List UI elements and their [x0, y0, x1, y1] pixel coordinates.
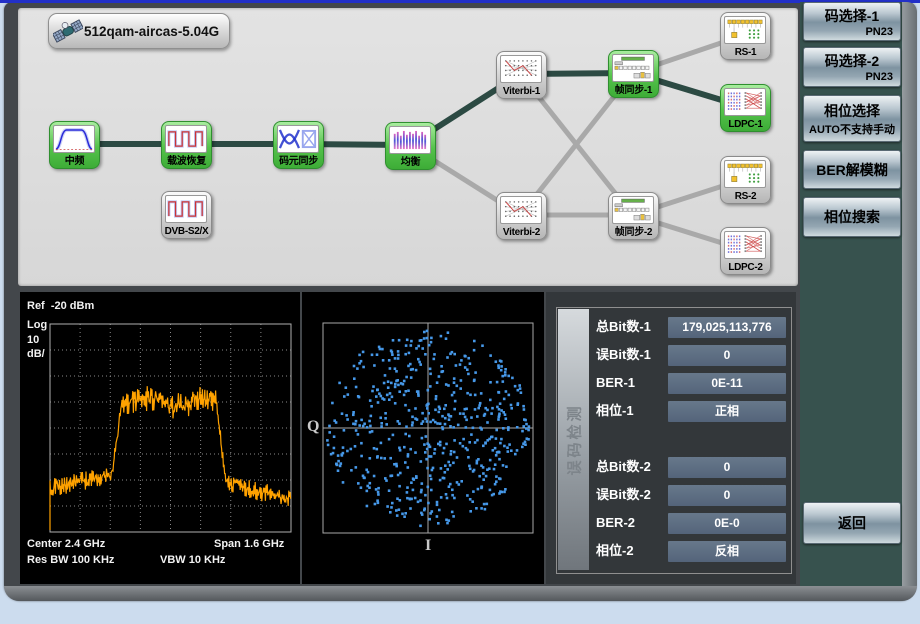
- flow-block-label: RS-2: [721, 191, 770, 202]
- spectrum-log-label: Log: [27, 319, 47, 331]
- ber-side-bar: 误码检测: [558, 309, 589, 570]
- flow-block-label: RS-1: [721, 47, 770, 58]
- sidebar-button-label: 相位选择: [804, 101, 900, 121]
- flow-block-eq[interactable]: 均衡: [385, 122, 436, 170]
- sidebar-button-5[interactable]: 相位搜索: [803, 197, 901, 237]
- flow-block-label: 中频: [50, 152, 99, 167]
- spectrum-panel: Ref -20 dBm Log 10 dB/ Center 2.4 GHz Sp…: [20, 292, 300, 584]
- q-axis-label: Q: [307, 418, 319, 436]
- ber-value-6: 0: [668, 485, 786, 506]
- flow-block-ldpc1[interactable]: LDPC-1: [720, 84, 771, 132]
- ber-panel: 误码检测 总Bit数-1 179,025,113,776 误Bit数-1 0 BER-1…: [546, 292, 796, 584]
- ber-row-label-6: 误Bit数-2: [596, 484, 651, 506]
- sidebar-button-sublabel: PN23: [804, 26, 900, 38]
- window-top-edge: [0, 0, 920, 3]
- flow-block-label: 码元同步: [274, 152, 323, 167]
- flow-block-dvbs2x[interactable]: DVB-S2/X: [161, 191, 212, 239]
- flow-block-ldpc2[interactable]: LDPC-2: [720, 227, 771, 275]
- sidebar-button-label: 码选择-1: [804, 6, 900, 26]
- ber-row-label-7: BER-2: [596, 512, 635, 534]
- i-axis-label: I: [425, 537, 431, 555]
- window-right-edge: [901, 2, 917, 601]
- satellite-icon: [53, 16, 83, 46]
- eye-icon: [277, 125, 319, 153]
- flow-block-viterbi2[interactable]: Viterbi-2: [496, 192, 547, 240]
- spectrum-ref-label: Ref -20 dBm: [27, 300, 94, 312]
- flow-block-label: 载波恢复: [162, 152, 211, 167]
- ber-row-label-3: BER-1: [596, 372, 635, 394]
- signal-source-button[interactable]: 512qam-aircas-5.04G: [48, 13, 230, 49]
- window-bottom-edge: [4, 586, 917, 601]
- ber-row-label-4: 相位-1: [596, 400, 634, 422]
- ber-value-5: 0: [668, 457, 786, 478]
- trellis-icon: [500, 55, 542, 83]
- ber-value-4: 正相: [668, 401, 786, 422]
- sidebar-button-2[interactable]: 码选择-2PN23: [803, 47, 901, 87]
- flow-block-label: Viterbi-2: [497, 227, 546, 238]
- return-button-label: 返回: [804, 513, 900, 533]
- sidebar-button-1[interactable]: 码选择-1PN23: [803, 2, 901, 41]
- flow-block-framesync1[interactable]: 帧同步-1: [608, 50, 659, 98]
- flow-block-rs1[interactable]: RS-1: [720, 12, 771, 60]
- bandpass-icon: [53, 125, 95, 153]
- flow-block-label: Viterbi-1: [497, 86, 546, 97]
- flow-block-label: LDPC-1: [721, 119, 770, 130]
- flow-block-symsync[interactable]: 码元同步: [273, 121, 324, 169]
- flow-block-label: 帧同步-2: [609, 223, 658, 238]
- ber-value-7: 0E-0: [668, 513, 786, 534]
- sidebar-button-label: 码选择-2: [804, 51, 900, 71]
- sidebar-button-label: BER解模糊: [804, 160, 900, 180]
- sidebar: 码选择-1PN23码选择-2PN23相位选择AUTO不支持手动BER解模糊相位搜…: [800, 2, 902, 586]
- spectrum-perdiv-label: dB/: [27, 348, 45, 360]
- flow-block-if[interactable]: 中频: [49, 121, 100, 169]
- flow-block-framesync2[interactable]: 帧同步-2: [608, 192, 659, 240]
- squarewave-icon: [165, 125, 207, 153]
- rs-icon: [724, 16, 766, 44]
- squarewave-icon: [165, 195, 207, 223]
- sidebar-button-sublabel: PN23: [804, 71, 900, 83]
- flow-block-label: DVB-S2/X: [162, 226, 211, 237]
- ber-row-label-2: 误Bit数-1: [596, 344, 651, 366]
- flow-block-carrier[interactable]: 载波恢复: [161, 121, 212, 169]
- spectrum-center-label: Center 2.4 GHz: [27, 538, 105, 550]
- ber-side-label: 误码检测: [563, 403, 584, 475]
- sidebar-button-3[interactable]: 相位选择AUTO不支持手动: [803, 95, 901, 142]
- sidebar-button-label: 相位搜索: [804, 207, 900, 227]
- flow-block-label: LDPC-2: [721, 262, 770, 273]
- spectrum-rbw-label: Res BW 100 KHz: [27, 554, 114, 566]
- constellation-panel: Q I: [302, 292, 544, 584]
- ber-value-3: 0E-11: [668, 373, 786, 394]
- flow-block-label: 均衡: [386, 153, 435, 168]
- ldpc-icon: [724, 88, 766, 116]
- ber-row-label-8: 相位-2: [596, 540, 634, 562]
- spectrum-span-label: Span 1.6 GHz: [214, 538, 284, 550]
- ber-row-label-5: 总Bit数-2: [596, 456, 651, 478]
- sidebar-button-4[interactable]: BER解模糊: [803, 150, 901, 189]
- framesync-icon: [612, 196, 654, 224]
- constellation-plot: [302, 292, 544, 584]
- ber-value-1: 179,025,113,776: [668, 317, 786, 338]
- flow-block-label: 帧同步-1: [609, 81, 658, 96]
- trellis-icon: [500, 196, 542, 224]
- spectrum-vbw-label: VBW 10 KHz: [160, 554, 225, 566]
- framesync-icon: [612, 54, 654, 82]
- flow-diagram-area: 512qam-aircas-5.04G 中频 载波恢复 码元同步 均衡 DVB-S2/X…: [18, 8, 798, 286]
- ldpc-icon: [724, 231, 766, 259]
- return-button[interactable]: 返回: [803, 502, 901, 544]
- spectrum-scale-label: 10: [27, 334, 39, 346]
- signal-source-label: 512qam-aircas-5.04G: [84, 24, 219, 39]
- ber-value-8: 反相: [668, 541, 786, 562]
- flow-block-rs2[interactable]: RS-2: [720, 156, 771, 204]
- flow-block-viterbi1[interactable]: Viterbi-1: [496, 51, 547, 99]
- ber-row-label-1: 总Bit数-1: [596, 316, 651, 338]
- equalizer-icon: [389, 126, 431, 154]
- ber-value-2: 0: [668, 345, 786, 366]
- sidebar-button-sublabel: AUTO不支持手动: [804, 121, 900, 137]
- rs-icon: [724, 160, 766, 188]
